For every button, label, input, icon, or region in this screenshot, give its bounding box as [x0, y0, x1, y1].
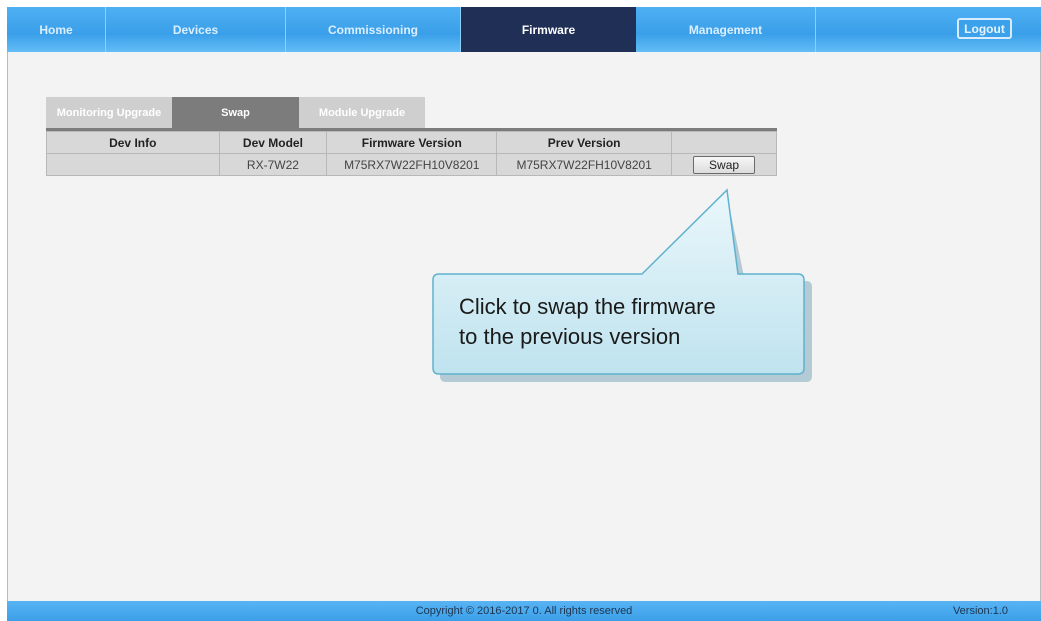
logout-button[interactable]: Logout — [957, 18, 1012, 39]
table-row: RX-7W22 M75RX7W22FH10V8201 M75RX7W22FH10… — [46, 153, 777, 176]
top-nav: Home Devices Commissioning Firmware Mana… — [7, 7, 1041, 52]
app-root: Home Devices Commissioning Firmware Mana… — [0, 0, 1041, 621]
callout-line-1: Click to swap the firmware — [459, 294, 716, 319]
nav-firmware[interactable]: Firmware — [461, 7, 636, 52]
nav-home[interactable]: Home — [7, 7, 106, 52]
cell-dev-info — [46, 153, 220, 176]
callout-text: Click to swap the firmware to the previo… — [459, 292, 799, 352]
cell-dev-model: RX-7W22 — [218, 153, 328, 176]
cell-action: Swap — [671, 153, 777, 176]
nav-management[interactable]: Management — [636, 7, 816, 52]
footer-bar: Copyright © 2016-2017 0. All rights rese… — [7, 601, 1041, 621]
tab-module-upgrade[interactable]: Module Upgrade — [299, 97, 425, 128]
firmware-table: Dev Info Dev Model Firmware Version Prev… — [46, 131, 777, 176]
tab-swap[interactable]: Swap — [172, 97, 299, 128]
version-text: Version:1.0 — [952, 605, 1008, 617]
cell-prev-version: M75RX7W22FH10V8201 — [496, 153, 673, 176]
col-header-prev-version: Prev Version — [496, 131, 673, 154]
callout-line-2: to the previous version — [459, 324, 681, 349]
copyright-text: Copyright © 2016-2017 0. All rights rese… — [415, 605, 633, 617]
cell-firmware-version: M75RX7W22FH10V8201 — [326, 153, 498, 176]
tab-monitoring-upgrade[interactable]: Monitoring Upgrade — [46, 97, 172, 128]
col-header-dev-model: Dev Model — [218, 131, 328, 154]
nav-commissioning[interactable]: Commissioning — [286, 7, 461, 52]
swap-button[interactable]: Swap — [693, 155, 756, 174]
col-header-firmware-version: Firmware Version — [326, 131, 498, 154]
table-header-row: Dev Info Dev Model Firmware Version Prev… — [46, 131, 777, 154]
col-header-action — [671, 131, 777, 154]
col-header-dev-info: Dev Info — [46, 131, 220, 154]
subtab-bar: Monitoring Upgrade Swap Module Upgrade — [46, 97, 425, 128]
nav-devices[interactable]: Devices — [106, 7, 286, 52]
